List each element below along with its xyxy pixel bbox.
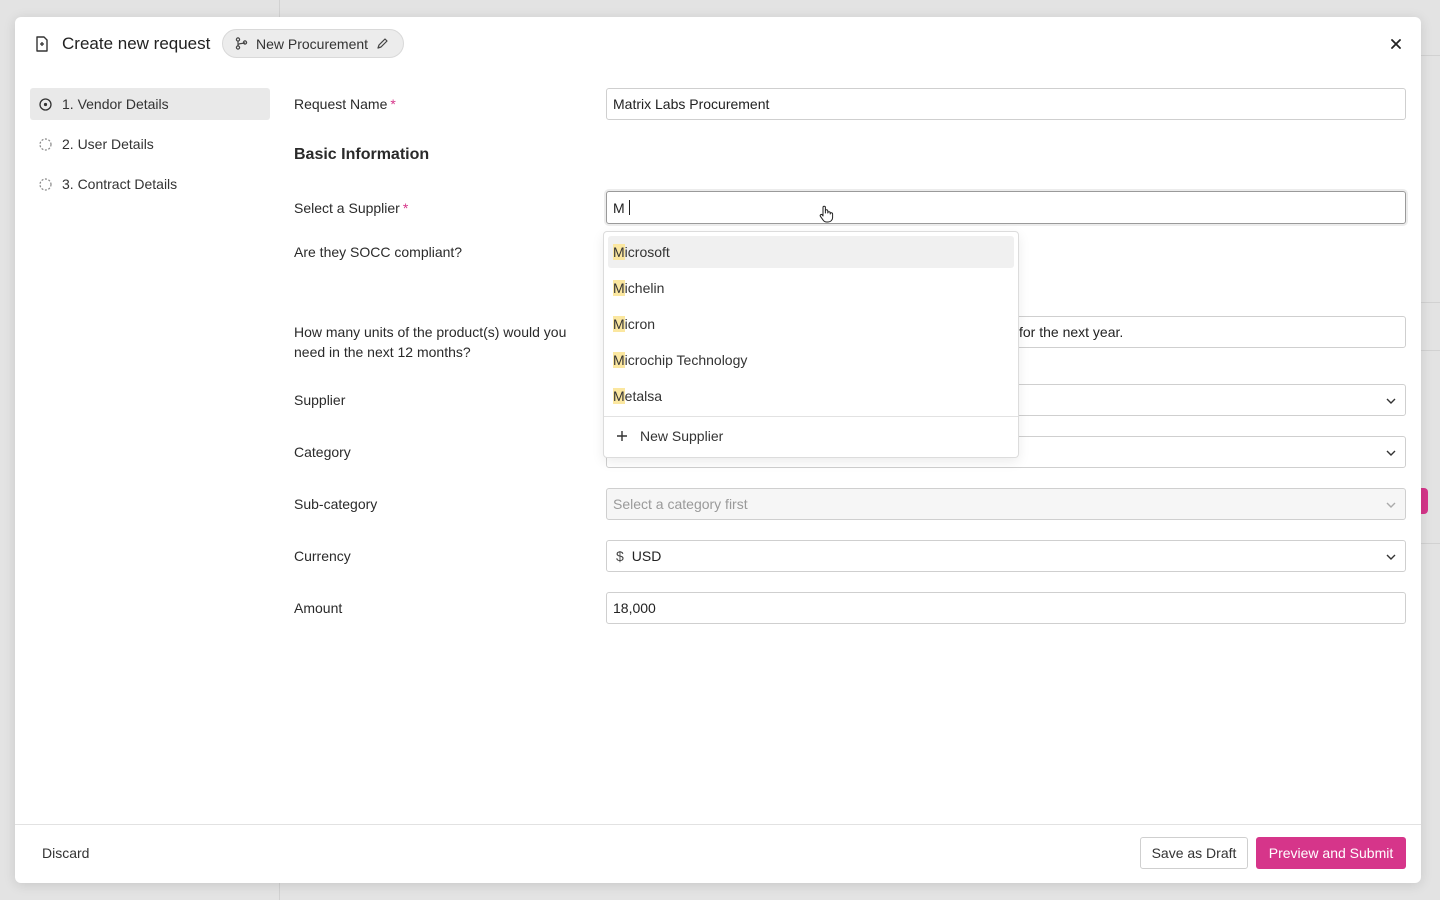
match-highlight: M (613, 280, 625, 296)
create-request-modal: Create new request New Procurement 1. Ve… (15, 17, 1421, 883)
amount-label: Amount (294, 600, 343, 616)
supplier-option[interactable]: Micron (608, 308, 1014, 340)
request-name-input[interactable]: Matrix Labs Procurement (606, 88, 1406, 120)
step-contract-details[interactable]: 3. Contract Details (30, 168, 270, 200)
supplier-search-value: M (613, 199, 625, 216)
step-label: 3. Contract Details (62, 176, 178, 192)
supplier-option[interactable]: Microchip Technology (608, 344, 1014, 376)
option-text: etalsa (624, 388, 663, 404)
option-text: icrochip Technology (624, 352, 748, 368)
step-pending-icon (39, 137, 52, 151)
currency-select[interactable]: $ USD (606, 540, 1406, 572)
subcategory-label: Sub-category (294, 496, 378, 512)
step-navigation: 1. Vendor Details 2. User Details 3. Con… (30, 88, 270, 208)
chevron-down-icon (1386, 398, 1396, 404)
discard-button[interactable]: Discard (42, 845, 89, 861)
match-highlight: M (613, 316, 625, 332)
branch-icon (235, 37, 248, 50)
match-highlight: M (613, 388, 625, 404)
plus-icon (617, 431, 627, 441)
supplier-option[interactable]: Microsoft (608, 236, 1014, 268)
amount-input[interactable]: 18,000 (606, 592, 1406, 624)
close-icon[interactable] (1389, 37, 1403, 51)
supplier-search-input[interactable]: M (606, 191, 1406, 224)
step-vendor-details[interactable]: 1. Vendor Details (30, 88, 270, 120)
chevron-down-icon (1386, 554, 1396, 560)
units-label: How many units of the product(s) would y… (294, 324, 567, 360)
modal-footer: Discard Save as Draft Preview and Submit (15, 824, 1421, 883)
required-marker: * (402, 200, 409, 216)
new-supplier-label: New Supplier (640, 428, 724, 444)
option-text: icron (624, 316, 656, 332)
new-supplier-option[interactable]: New Supplier (616, 428, 723, 444)
subcategory-select: Select a category first (606, 488, 1406, 520)
hand-cursor-icon (819, 205, 834, 223)
amount-value: 18,000 (613, 600, 656, 616)
save-draft-button[interactable]: Save as Draft (1140, 837, 1248, 869)
currency-value: USD (631, 548, 662, 564)
category-label: Category (294, 444, 351, 460)
workflow-chip-label: New Procurement (256, 35, 369, 52)
option-text: ichelin (624, 280, 665, 296)
preview-submit-button[interactable]: Preview and Submit (1256, 837, 1406, 869)
units-value: for the next year. (1019, 324, 1124, 340)
document-icon (36, 36, 48, 52)
workflow-chip[interactable]: New Procurement (222, 29, 405, 58)
step-pending-icon (39, 177, 52, 191)
chevron-down-icon (1386, 502, 1396, 508)
step-label: 2. User Details (62, 136, 154, 152)
currency-label: Currency (294, 548, 351, 564)
pencil-icon[interactable] (376, 37, 389, 50)
request-name-label: Request Name * (294, 94, 396, 114)
match-highlight: M (613, 244, 625, 260)
dropdown-divider (604, 416, 1018, 417)
text-caret (628, 200, 630, 215)
step-user-details[interactable]: 2. User Details (30, 128, 270, 160)
supplier-select-label-text: Select a Supplier (294, 200, 400, 216)
request-name-value: Matrix Labs Procurement (613, 96, 770, 112)
request-name-label-text: Request Name (294, 96, 388, 112)
socc-label: Are they SOCC compliant? (294, 244, 463, 260)
supplier-option[interactable]: Metalsa (608, 380, 1014, 412)
chevron-down-icon (1386, 450, 1396, 456)
supplier-select-label: Select a Supplier * (294, 198, 408, 218)
modal-title: Create new request (62, 34, 211, 53)
match-highlight: M (613, 352, 625, 368)
section-title: Basic Information (294, 146, 430, 163)
subcategory-placeholder: Select a category first (613, 496, 748, 512)
required-marker: * (390, 96, 396, 112)
option-text: icrosoft (624, 244, 670, 260)
supplier-option[interactable]: Michelin (608, 272, 1014, 304)
dollar-icon: $ (616, 548, 624, 564)
step-label: 1. Vendor Details (62, 96, 169, 112)
modal-header: Create new request New Procurement (15, 17, 1421, 71)
supplier-dropdown: Microsoft Michelin Micron Microchip Tech… (603, 231, 1019, 458)
supplier-label: Supplier (294, 392, 346, 408)
step-current-icon (39, 97, 52, 111)
